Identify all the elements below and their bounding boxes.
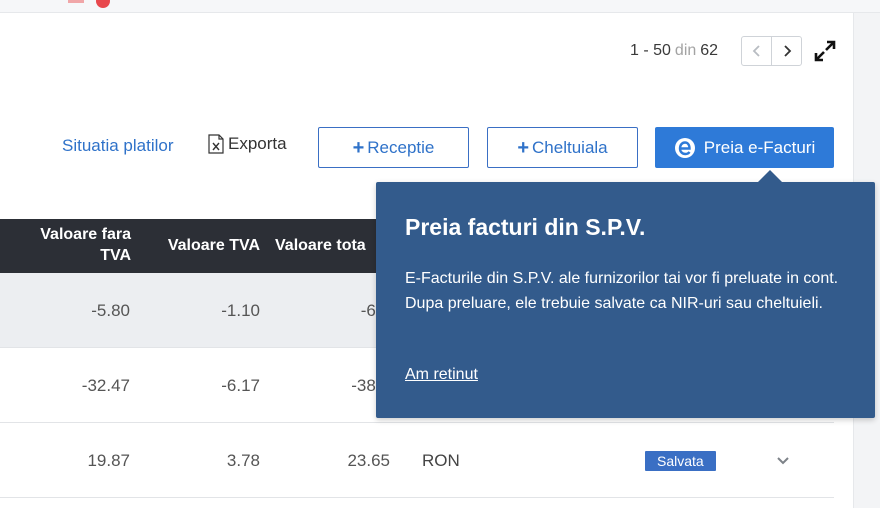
chevron-right-icon: [783, 45, 791, 57]
pagination-range: 1 - 50: [630, 42, 671, 59]
export-button[interactable]: Exporta: [208, 134, 287, 154]
efactura-popover: Preia facturi din S.P.V. E-Facturile din…: [376, 170, 875, 418]
top-accent-line: [68, 0, 84, 3]
cell-vat: 3.78: [226, 450, 260, 470]
cell-vat: -6.17: [221, 375, 260, 395]
add-cheltuiala-button[interactable]: + Cheltuiala: [487, 127, 638, 168]
chevron-down-icon[interactable]: [776, 453, 790, 467]
next-page-button[interactable]: [771, 36, 802, 66]
cell-value-no-vat: -5.80: [91, 300, 130, 320]
cell-total: -38.6: [351, 375, 390, 395]
table-header: Valoare fara TVA Valoare TVA Valoare tot…: [0, 219, 400, 273]
cell-total: -6.9: [270, 273, 390, 348]
pagination-total: 62: [700, 42, 719, 59]
plus-icon: +: [352, 136, 365, 159]
receptie-label: Receptie: [367, 137, 435, 157]
status-badge: Salvata: [645, 451, 716, 471]
import-efacturi-button[interactable]: Preia e-Facturi: [655, 127, 834, 168]
cell-value-no-vat: -32.47: [81, 375, 130, 395]
plus-icon: +: [517, 136, 530, 159]
excel-file-icon: [208, 134, 224, 154]
add-receptie-button[interactable]: + Receptie: [318, 127, 469, 168]
popover-body: E-Facturile din S.P.V. ale furnizorilor …: [405, 270, 839, 312]
pagination-info: 1 - 50 din 62: [630, 37, 718, 65]
notification-dot: [96, 0, 110, 8]
popover-ack-link[interactable]: Am retinut: [405, 366, 478, 384]
table-row[interactable]: 19.87 3.78 23.65 RON Salvata: [0, 423, 834, 498]
export-label: Exporta: [228, 134, 287, 153]
cell-currency: RON: [422, 450, 460, 470]
expand-icon[interactable]: [814, 40, 836, 62]
pagination-of: din: [674, 42, 697, 59]
chevron-left-icon: [752, 45, 760, 57]
popover-arrow: [758, 170, 782, 182]
e-letter-icon: [674, 137, 695, 158]
cell-vat: -1.10: [221, 300, 260, 320]
header-vat: Valoare TVA: [167, 236, 260, 254]
cheltuiala-label: Cheltuiala: [532, 137, 608, 157]
prev-page-button[interactable]: [741, 36, 772, 66]
top-strip: [0, 0, 880, 13]
header-value-no-vat: Valoare fara TVA: [40, 226, 131, 264]
popover-title: Preia facturi din S.P.V.: [405, 214, 646, 240]
payments-status-link[interactable]: Situatia platilor: [62, 136, 174, 156]
cell-value-no-vat: 19.87: [87, 450, 130, 470]
cell-total: 23.65: [347, 450, 390, 470]
efact-label: Preia e-Facturi: [703, 137, 816, 157]
